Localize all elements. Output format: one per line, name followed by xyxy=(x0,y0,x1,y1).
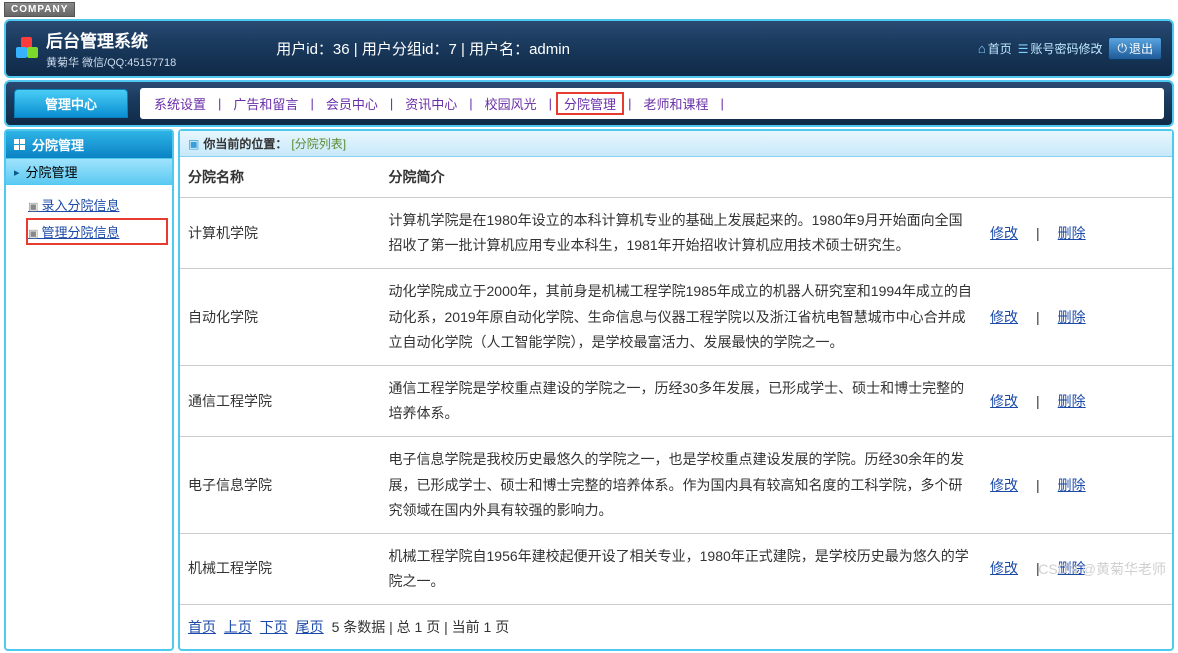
pager-first[interactable]: 首页 xyxy=(188,619,216,635)
edit-link[interactable]: 修改 xyxy=(990,393,1018,409)
table-row: 机械工程学院机械工程学院自1956年建校起便开设了相关专业，1980年正式建院，… xyxy=(180,533,1172,604)
cell-actions: 修改 | 删除 xyxy=(982,198,1172,269)
sidebar-link-1[interactable]: 管理分院信息 xyxy=(26,218,168,245)
edit-link[interactable]: 修改 xyxy=(990,225,1018,241)
nav-sep: | xyxy=(720,96,723,111)
grid-icon xyxy=(14,139,26,151)
pager-prev[interactable]: 上页 xyxy=(224,619,252,635)
th-actions xyxy=(982,157,1172,198)
nav-item-3[interactable]: 资讯中心 xyxy=(397,92,465,115)
breadcrumb-prefix: 你当前的位置： xyxy=(203,135,287,152)
pager-last[interactable]: 尾页 xyxy=(296,619,324,635)
sidebar: 分院管理 分院管理 录入分院信息管理分院信息 xyxy=(4,129,174,651)
company-tag: COMPANY xyxy=(4,2,75,17)
cell-desc: 动化学院成立于2000年，其前身是机械工程学院1985年成立的机器人研究室和19… xyxy=(381,269,983,366)
nav-item-0[interactable]: 系统设置 xyxy=(146,92,214,115)
nav-item-5[interactable]: 分院管理 xyxy=(556,92,624,115)
edit-link[interactable]: 修改 xyxy=(990,477,1018,493)
nav-item-4[interactable]: 校园风光 xyxy=(477,92,545,115)
sidebar-links: 录入分院信息管理分院信息 xyxy=(6,185,172,251)
edit-link[interactable]: 修改 xyxy=(990,560,1018,576)
top-nav: 管理中心 系统设置 | 广告和留言 | 会员中心 | 资讯中心 | 校园风光 | 分院管理 | 老师和课… xyxy=(4,80,1174,127)
action-sep: | xyxy=(1036,477,1040,493)
nav-item-6[interactable]: 老师和课程 xyxy=(635,92,716,115)
table-row: 通信工程学院通信工程学院是学校重点建设的学院之一，历经30多年发展，已形成学士、… xyxy=(180,365,1172,436)
nav-sep: | xyxy=(218,96,221,111)
pager-next[interactable]: 下页 xyxy=(260,619,288,635)
cell-desc: 计算机学院是在1980年设立的本科计算机专业的基础上发展起来的。1980年9月开… xyxy=(381,198,983,269)
sidebar-header-label: 分院管理 xyxy=(32,135,84,154)
breadcrumb-icon xyxy=(188,137,199,151)
th-name: 分院名称 xyxy=(180,157,381,198)
cell-actions: 修改 | 删除 xyxy=(982,533,1172,604)
sidebar-link-0[interactable]: 录入分院信息 xyxy=(26,191,168,218)
nav-item-2[interactable]: 会员中心 xyxy=(318,92,386,115)
home-link-label: 首页 xyxy=(988,40,1012,57)
home-icon xyxy=(978,41,986,56)
delete-link[interactable]: 删除 xyxy=(1058,477,1086,493)
nav-item-1[interactable]: 广告和留言 xyxy=(225,92,306,115)
nav-sep: | xyxy=(628,96,631,111)
cell-name: 通信工程学院 xyxy=(180,365,381,436)
app-header: 后台管理系统 黄菊华 微信/QQ:45157718 用户id：36 | 用户分组… xyxy=(4,19,1174,78)
cell-desc: 通信工程学院是学校重点建设的学院之一，历经30多年发展，已形成学士、硕士和博士完… xyxy=(381,365,983,436)
delete-link[interactable]: 删除 xyxy=(1058,225,1086,241)
account-link-label: 账号密码修改 xyxy=(1030,40,1102,57)
logout-button[interactable]: 退出 xyxy=(1108,37,1162,60)
pager: 首页 上页 下页 尾页 5 条数据 | 总 1 页 | 当前 1 页 xyxy=(180,605,1172,649)
logout-label: 退出 xyxy=(1129,40,1153,57)
nav-sep: | xyxy=(549,96,552,111)
action-sep: | xyxy=(1036,225,1040,241)
cell-actions: 修改 | 删除 xyxy=(982,269,1172,366)
data-table: 分院名称 分院简介 计算机学院计算机学院是在1980年设立的本科计算机专业的基础… xyxy=(180,157,1172,605)
cell-name: 计算机学院 xyxy=(180,198,381,269)
action-sep: | xyxy=(1036,309,1040,325)
delete-link[interactable]: 删除 xyxy=(1058,560,1086,576)
breadcrumb: 你当前的位置： [分院列表] xyxy=(180,131,1172,157)
cell-desc: 电子信息学院是我校历史最悠久的学院之一，也是学校重点建设发展的学院。历经30余年… xyxy=(381,437,983,534)
list-icon xyxy=(1018,42,1029,56)
cell-actions: 修改 | 删除 xyxy=(982,437,1172,534)
table-row: 自动化学院动化学院成立于2000年，其前身是机械工程学院1985年成立的机器人研… xyxy=(180,269,1172,366)
cell-name: 机械工程学院 xyxy=(180,533,381,604)
system-subtitle: 黄菊华 微信/QQ:45157718 xyxy=(46,54,176,70)
th-desc: 分院简介 xyxy=(381,157,983,198)
action-sep: | xyxy=(1036,393,1040,409)
edit-link[interactable]: 修改 xyxy=(990,309,1018,325)
nav-sep: | xyxy=(310,96,313,111)
cell-desc: 机械工程学院自1956年建校起便开设了相关专业，1980年正式建院，是学校历史最… xyxy=(381,533,983,604)
system-title: 后台管理系统 xyxy=(46,27,176,52)
nav-sep: | xyxy=(469,96,472,111)
header-actions: 首页 账号密码修改 退出 xyxy=(978,37,1162,60)
table-row: 计算机学院计算机学院是在1980年设立的本科计算机专业的基础上发展起来的。198… xyxy=(180,198,1172,269)
delete-link[interactable]: 删除 xyxy=(1058,309,1086,325)
nav-sep: | xyxy=(390,96,393,111)
pager-info: 5 条数据 | 总 1 页 | 当前 1 页 xyxy=(332,619,510,635)
cell-name: 自动化学院 xyxy=(180,269,381,366)
content-panel: 你当前的位置： [分院列表] 分院名称 分院简介 计算机学院计算机学院是在198… xyxy=(178,129,1174,651)
table-row: 电子信息学院电子信息学院是我校历史最悠久的学院之一，也是学校重点建设发展的学院。… xyxy=(180,437,1172,534)
header-userinfo: 用户id：36 | 用户分组id：7 | 用户名：admin xyxy=(176,38,978,59)
home-link[interactable]: 首页 xyxy=(978,40,1012,57)
arrow-icon xyxy=(14,164,20,179)
sidebar-section[interactable]: 分院管理 xyxy=(6,158,172,185)
cell-actions: 修改 | 删除 xyxy=(982,365,1172,436)
delete-link[interactable]: 删除 xyxy=(1058,393,1086,409)
action-sep: | xyxy=(1036,560,1040,576)
account-link[interactable]: 账号密码修改 xyxy=(1018,40,1103,57)
mgmt-center-tab[interactable]: 管理中心 xyxy=(14,89,128,118)
cell-name: 电子信息学院 xyxy=(180,437,381,534)
power-icon xyxy=(1117,41,1127,56)
sidebar-section-label: 分院管理 xyxy=(26,162,78,181)
breadcrumb-location: [分院列表] xyxy=(291,135,346,152)
main-area: 分院管理 分院管理 录入分院信息管理分院信息 你当前的位置： [分院列表] 分院… xyxy=(4,129,1174,651)
nav-items: 系统设置 | 广告和留言 | 会员中心 | 资讯中心 | 校园风光 | 分院管理 | 老师和课程 | xyxy=(140,88,1164,119)
table-header-row: 分院名称 分院简介 xyxy=(180,157,1172,198)
sidebar-header: 分院管理 xyxy=(6,131,172,158)
logo-icon xyxy=(16,37,40,61)
header-titles: 后台管理系统 黄菊华 微信/QQ:45157718 xyxy=(46,27,176,70)
